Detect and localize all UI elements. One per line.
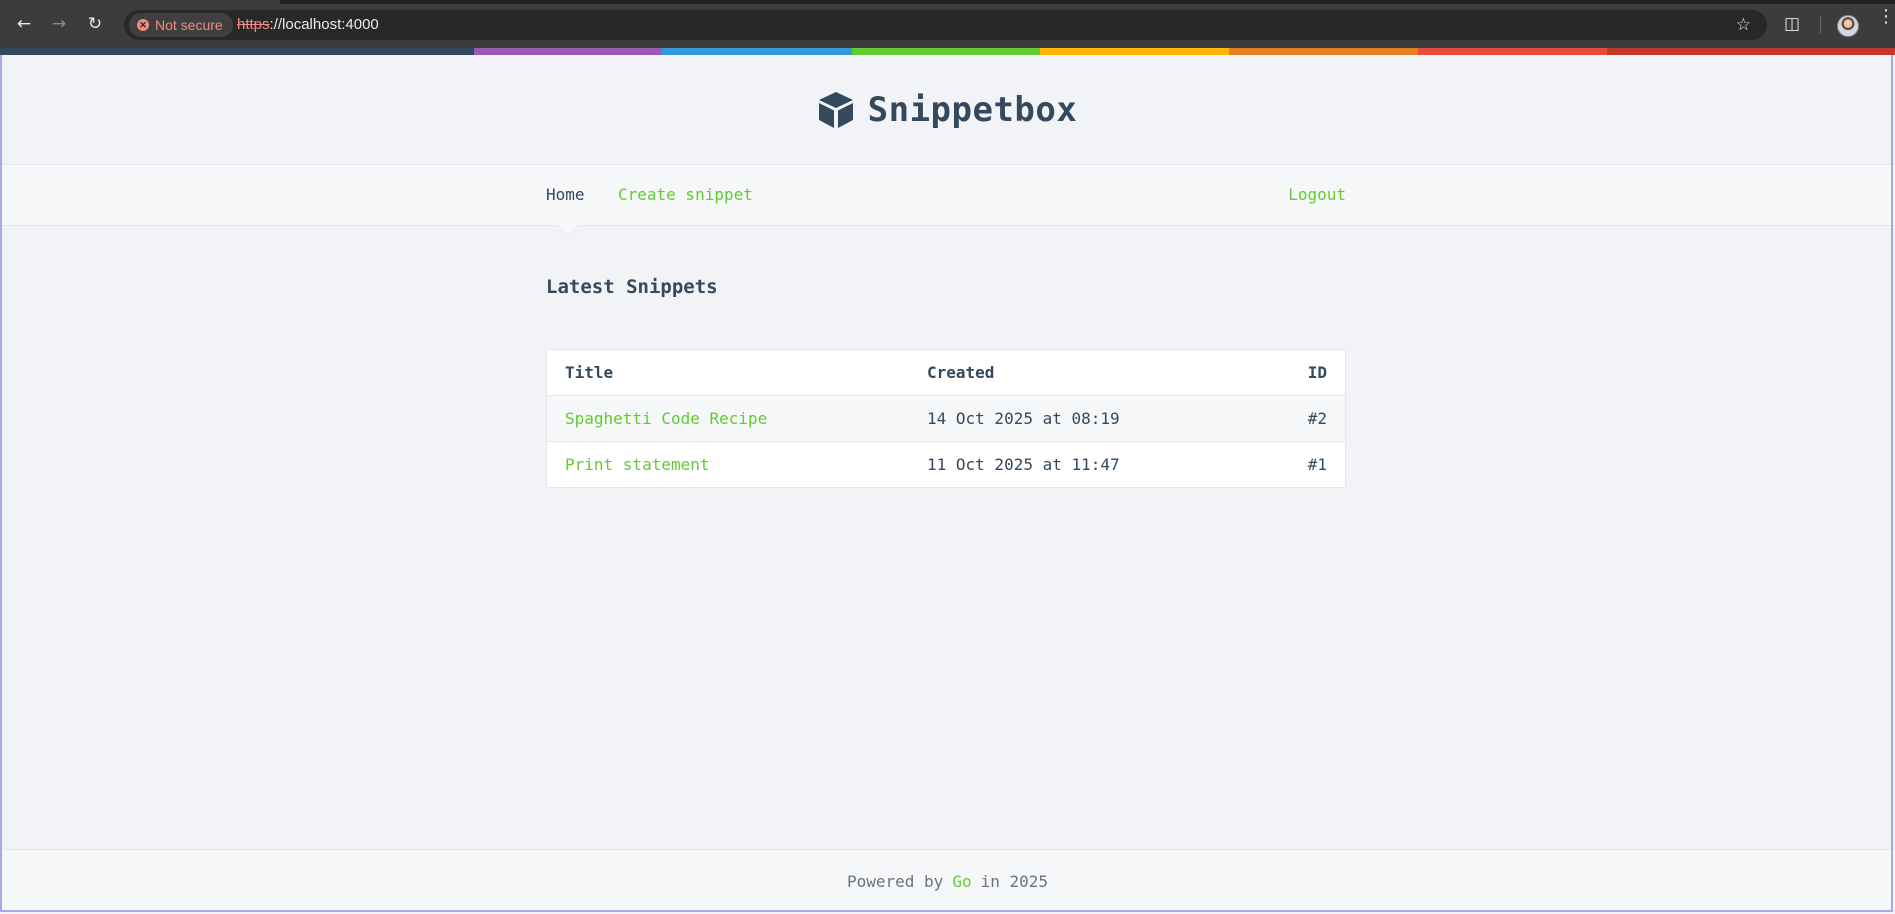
footer-go-link[interactable]: Go: [952, 872, 971, 891]
rainbow-bar: [0, 48, 1895, 55]
rainbow-segment: [662, 48, 852, 55]
rainbow-segment: [474, 48, 662, 55]
site-header: Snippetbox: [0, 55, 1895, 165]
column-header-title: Title: [546, 349, 909, 396]
rainbow-segment: [1040, 48, 1229, 55]
reload-icon[interactable]: ↻: [81, 10, 109, 38]
rainbow-segment: [0, 48, 474, 55]
rainbow-segment: [1229, 48, 1418, 55]
site-title[interactable]: Snippetbox: [868, 90, 1078, 130]
snippet-title-cell: Spaghetti Code Recipe: [546, 395, 909, 442]
page-title: Latest Snippets: [546, 276, 718, 298]
warning-icon: ✕: [137, 19, 149, 31]
profile-avatar[interactable]: [1837, 15, 1859, 37]
footer-suffix: in 2025: [980, 871, 1049, 891]
snippet-id-cell: #2: [1275, 395, 1346, 442]
security-chip[interactable]: ✕ Not secure: [129, 13, 233, 37]
rainbow-segment: [1418, 48, 1607, 55]
security-label: Not secure: [155, 17, 223, 33]
snippet-created-cell: 14 Oct 2025 at 08:19: [909, 395, 1275, 442]
column-header-created: Created: [909, 349, 1275, 396]
footer-prefix: Powered by: [846, 871, 944, 891]
browser-toolbar: ← → ↻ ✕ Not secure https://localhost:400…: [0, 0, 1895, 52]
table-row: Spaghetti Code Recipe 14 Oct 2025 at 08:…: [546, 395, 1346, 442]
back-arrow-icon[interactable]: ←: [10, 10, 38, 38]
column-header-id: ID: [1275, 349, 1346, 396]
snippet-title-cell: Print statement: [546, 441, 909, 488]
cube-icon: [818, 92, 853, 128]
rainbow-segment: [852, 48, 1040, 55]
active-nav-caret: [558, 225, 578, 235]
rainbow-segment: [1607, 48, 1895, 55]
url-text[interactable]: https://localhost:4000: [237, 16, 379, 33]
nav-home-link[interactable]: Home: [546, 185, 585, 204]
forward-arrow-icon[interactable]: →: [45, 10, 73, 38]
url-scheme: https: [237, 16, 270, 33]
bookmark-star-icon[interactable]: ☆: [1736, 15, 1751, 35]
active-tab[interactable]: [0, 0, 280, 4]
nav-logout-link[interactable]: Logout: [1288, 185, 1346, 204]
main-nav: Home Create snippet Logout: [0, 164, 1895, 236]
url-host: ://localhost:4000: [269, 16, 379, 33]
tab-strip: [0, 0, 1895, 4]
nav-create-snippet-link[interactable]: Create snippet: [618, 185, 753, 204]
snippets-table: Title Created ID Spaghetti Code Recipe 1…: [546, 349, 1346, 488]
table-header-row: Title Created ID: [546, 349, 1346, 396]
snippet-title-link[interactable]: Print statement: [565, 455, 710, 474]
toolbar-divider: [1820, 16, 1821, 34]
snippet-created-cell: 11 Oct 2025 at 11:47: [909, 441, 1275, 488]
site-footer: Powered by Go in 2025: [0, 849, 1895, 912]
snippet-id-cell: #1: [1275, 441, 1346, 488]
table-row: Print statement 11 Oct 2025 at 11:47 #1: [546, 441, 1346, 488]
extensions-icon[interactable]: ◫: [1784, 14, 1806, 36]
address-bar[interactable]: ✕ Not secure https://localhost:4000 ☆: [124, 10, 1767, 40]
snippet-title-link[interactable]: Spaghetti Code Recipe: [565, 409, 767, 428]
menu-dots-icon[interactable]: ⋮: [1877, 8, 1895, 26]
